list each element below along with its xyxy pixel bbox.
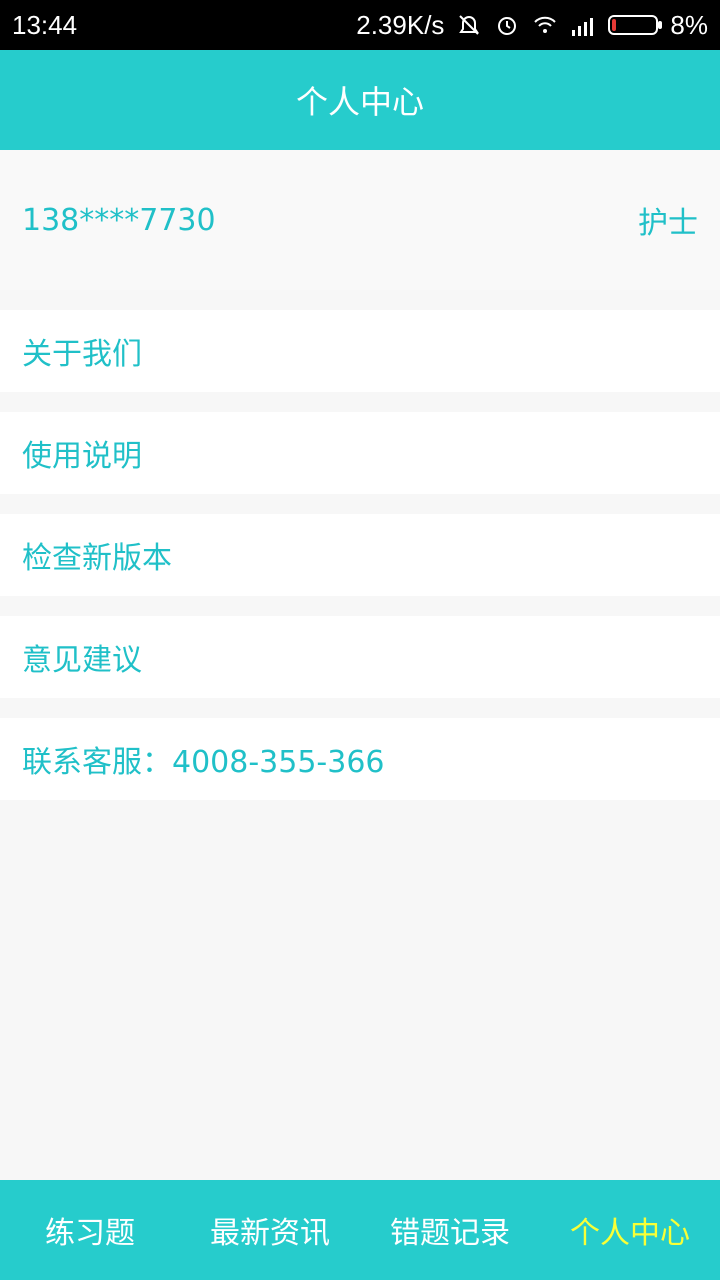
mute-icon	[456, 12, 482, 38]
app-header: 个人中心	[0, 50, 720, 150]
battery-percent: 8%	[670, 9, 708, 40]
alarm-icon	[494, 12, 520, 38]
menu-check-update[interactable]: 检查新版本	[0, 514, 720, 596]
status-bar: 13:44 2.39K/s 8%	[0, 0, 720, 50]
nav-practice[interactable]: 练习题	[0, 1208, 180, 1252]
nav-wrong-questions[interactable]: 错题记录	[360, 1208, 540, 1252]
user-role: 护士	[638, 206, 698, 241]
status-icons: 2.39K/s 8%	[356, 10, 708, 41]
menu-instructions[interactable]: 使用说明	[0, 412, 720, 494]
menu-item-label: 关于我们	[22, 337, 142, 372]
menu-feedback[interactable]: 意见建议	[0, 616, 720, 698]
bottom-navigation: 练习题 最新资讯 错题记录 个人中心	[0, 1180, 720, 1280]
menu-item-label: 联系客服：4008-355-366	[22, 745, 385, 780]
account-summary[interactable]: 138****7730 护士	[0, 150, 720, 290]
network-speed: 2.39K/s	[356, 9, 445, 40]
menu-about-us[interactable]: 关于我们	[0, 310, 720, 392]
nav-news[interactable]: 最新资讯	[180, 1208, 360, 1252]
menu-item-label: 使用说明	[22, 439, 142, 474]
menu-contact-support[interactable]: 联系客服：4008-355-366	[0, 718, 720, 800]
status-time: 13:44	[12, 9, 78, 40]
menu-item-label: 检查新版本	[22, 541, 172, 576]
page-title: 个人中心	[295, 83, 424, 121]
nav-profile[interactable]: 个人中心	[540, 1208, 720, 1252]
profile-content: 138****7730 护士 关于我们 使用说明 检查新版本 意见建议 联系客服…	[0, 150, 720, 800]
menu-item-label: 意见建议	[22, 643, 142, 678]
phone-number: 138****7730	[22, 202, 216, 238]
battery-icon	[608, 15, 663, 35]
signal-icon	[570, 12, 596, 38]
wifi-icon	[532, 12, 558, 38]
